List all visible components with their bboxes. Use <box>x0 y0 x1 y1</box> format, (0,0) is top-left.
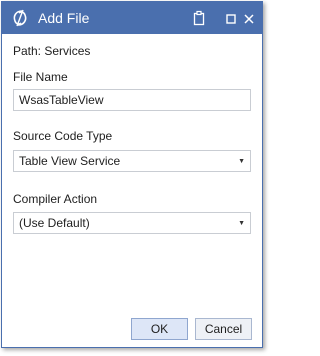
chevron-down-icon[interactable]: ▼ <box>238 158 245 165</box>
file-name-field[interactable] <box>13 89 251 111</box>
ok-button[interactable]: OK <box>131 318 188 340</box>
file-name-label: File Name <box>13 70 68 84</box>
source-code-type-select[interactable]: Table View Service ▼ <box>13 150 251 172</box>
maximize-icon[interactable] <box>224 10 238 26</box>
add-file-dialog: Add File Path: Services File Name Source… <box>1 1 263 348</box>
compiler-action-select[interactable]: (Use Default) ▼ <box>13 212 251 234</box>
app-logo-icon <box>13 9 27 27</box>
source-code-type-label: Source Code Type <box>13 129 113 143</box>
path-label: Path: Services <box>13 44 91 58</box>
dialog-title: Add File <box>38 10 90 26</box>
title-bar: Add File <box>2 2 262 34</box>
compiler-action-label: Compiler Action <box>13 192 98 206</box>
close-icon[interactable] <box>242 10 256 26</box>
source-code-type-value: Table View Service <box>19 154 121 168</box>
file-name-input[interactable] <box>14 90 250 110</box>
clipboard-icon[interactable] <box>192 10 206 26</box>
chevron-down-icon[interactable]: ▼ <box>238 220 245 227</box>
compiler-action-value: (Use Default) <box>19 216 90 230</box>
dialog-body: Path: Services File Name Source Code Typ… <box>2 34 262 347</box>
cancel-button[interactable]: Cancel <box>195 318 252 340</box>
